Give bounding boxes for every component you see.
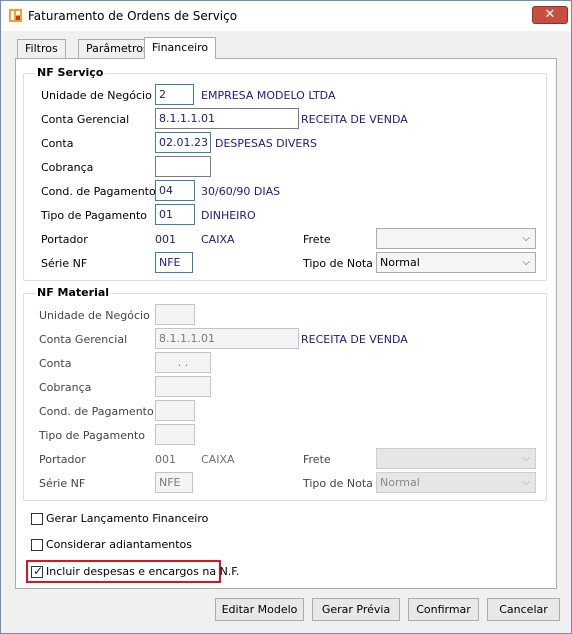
tab-financeiro-label: Financeiro	[152, 41, 209, 54]
nf-material-group	[23, 293, 547, 501]
nf-material-frete-select[interactable]: ⌵	[376, 448, 536, 469]
nf-servico-tipo-nota-value: Normal	[380, 256, 420, 269]
editar-modelo-button[interactable]: Editar Modelo	[215, 598, 304, 621]
tab-financeiro[interactable]: Financeiro	[144, 37, 217, 59]
nf-servico-title: NF Serviço	[35, 66, 106, 79]
nf-material-conta-label: Conta	[39, 357, 72, 370]
nf-material-unidade-input[interactable]	[155, 304, 195, 325]
confirmar-button[interactable]: Confirmar	[408, 598, 479, 621]
nf-servico-tipo-pag-label: Tipo de Pagamento	[41, 209, 147, 222]
nf-servico-portador-desc: CAIXA	[201, 233, 235, 246]
nf-servico-group	[23, 73, 547, 281]
check-icon: ✓	[33, 564, 44, 578]
nf-servico-tipo-pag-input[interactable]: 01	[155, 204, 195, 225]
tab-filtros[interactable]: Filtros	[17, 39, 66, 58]
app-icon	[9, 9, 22, 22]
nf-servico-conta-input[interactable]: 02.01.23	[155, 132, 211, 153]
incluir-despesas-label: Incluir despesas e encargos na N.F.	[46, 565, 240, 578]
nf-material-conta-gerencial-desc: RECEITA DE VENDA	[301, 333, 408, 346]
nf-servico-portador-label: Portador	[41, 233, 88, 246]
chevron-down-icon: ⌵	[522, 257, 530, 268]
nf-servico-portador-code: 001	[155, 233, 176, 246]
chevron-down-icon: ⌵	[522, 233, 530, 244]
nf-material-tipo-pag-label: Tipo de Pagamento	[39, 429, 145, 442]
nf-material-frete-label: Frete	[303, 453, 331, 466]
nf-servico-unidade-label: Unidade de Negócio	[41, 89, 152, 102]
nf-material-unidade-label: Unidade de Negócio	[39, 309, 150, 322]
gerar-lancamento-box[interactable]	[31, 513, 43, 525]
nf-servico-unidade-input[interactable]: 2	[155, 84, 194, 105]
nf-servico-tipo-pag-desc: DINHEIRO	[201, 209, 256, 222]
nf-material-cobranca-label: Cobrança	[39, 381, 92, 394]
nf-material-cond-pag-label: Cond. de Pagamento	[39, 405, 154, 418]
nf-servico-conta-gerencial-desc: RECEITA DE VENDA	[301, 113, 408, 126]
gerar-previa-button[interactable]: Gerar Prévia	[312, 598, 400, 621]
nf-servico-frete-select[interactable]: ⌵	[376, 228, 536, 249]
chevron-down-icon: ⌵	[522, 453, 530, 464]
nf-material-portador-desc: CAIXA	[201, 453, 235, 466]
nf-material-tipo-nota-label: Tipo de Nota	[303, 477, 373, 490]
nf-servico-cobranca-input[interactable]	[155, 156, 211, 177]
nf-servico-cond-pag-desc: 30/60/90 DIAS	[201, 185, 281, 198]
nf-material-conta-gerencial-label: Conta Gerencial	[39, 333, 128, 346]
nf-material-tipo-nota-select[interactable]: Normal ⌵	[376, 472, 536, 493]
nf-servico-conta-gerencial-input[interactable]: 8.1.1.1.01	[155, 108, 299, 129]
nf-material-cond-pag-input[interactable]	[155, 400, 195, 421]
close-icon: ✕	[544, 7, 556, 22]
considerar-adiantamentos-box[interactable]	[31, 539, 43, 551]
window-title: Faturamento de Ordens de Serviço	[28, 9, 238, 23]
tab-parametros-label: Parâmetros	[86, 42, 149, 55]
nf-material-tipo-pag-input[interactable]	[155, 424, 195, 445]
nf-servico-cobranca-label: Cobrança	[41, 161, 94, 174]
nf-servico-conta-gerencial-label: Conta Gerencial	[41, 113, 130, 126]
nf-servico-conta-label: Conta	[41, 137, 74, 150]
nf-servico-cond-pag-input[interactable]: 04	[155, 180, 195, 201]
faturamento-window: Faturamento de Ordens de Serviço ✕ Filtr…	[0, 0, 572, 634]
title-bar[interactable]: Faturamento de Ordens de Serviço ✕	[1, 1, 571, 31]
close-button[interactable]: ✕	[532, 6, 568, 24]
nf-material-serie-input[interactable]: NFE	[155, 472, 193, 493]
nf-material-conta-input[interactable]: . .	[155, 352, 211, 373]
nf-servico-frete-label: Frete	[303, 233, 331, 246]
chevron-down-icon: ⌵	[522, 477, 530, 488]
nf-material-portador-code: 001	[155, 453, 176, 466]
nf-material-title: NF Material	[35, 286, 112, 299]
tab-filtros-label: Filtros	[25, 42, 58, 55]
cancelar-button[interactable]: Cancelar	[487, 598, 560, 621]
nf-servico-serie-input[interactable]: NFE	[155, 252, 193, 273]
nf-servico-serie-label: Série NF	[41, 257, 88, 270]
nf-material-cobranca-input[interactable]	[155, 376, 211, 397]
incluir-despesas-box[interactable]: ✓	[31, 564, 44, 578]
gerar-lancamento-label: Gerar Lançamento Financeiro	[46, 512, 209, 525]
nf-material-portador-label: Portador	[39, 453, 86, 466]
nf-servico-conta-desc: DESPESAS DIVERS	[215, 137, 317, 150]
nf-material-tipo-nota-value: Normal	[380, 476, 420, 489]
nf-servico-cond-pag-label: Cond. de Pagamento	[41, 185, 156, 198]
nf-material-serie-label: Série NF	[39, 477, 86, 490]
nf-material-conta-gerencial-input[interactable]: 8.1.1.1.01	[155, 328, 299, 349]
considerar-adiantamentos-label: Considerar adiantamentos	[46, 538, 192, 551]
nf-servico-tipo-nota-select[interactable]: Normal ⌵	[376, 252, 536, 273]
nf-servico-tipo-nota-label: Tipo de Nota	[303, 257, 373, 270]
nf-servico-unidade-desc: EMPRESA MODELO LTDA	[201, 89, 336, 102]
